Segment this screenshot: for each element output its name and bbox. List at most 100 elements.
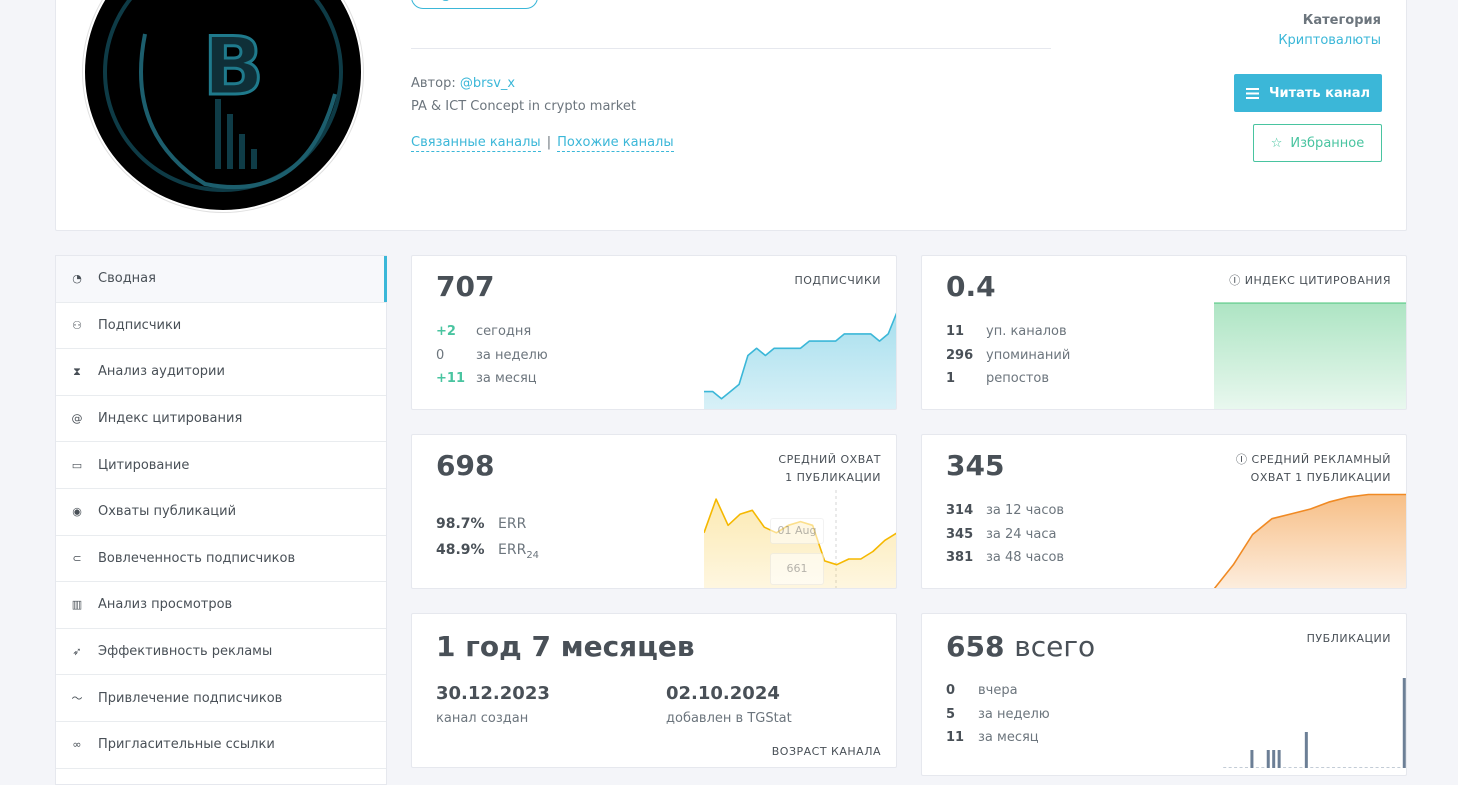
publication-bar xyxy=(1370,767,1374,768)
subscribers-row: 0 за неделю xyxy=(436,348,548,363)
subscribers-card[interactable]: 707 ПОДПИСЧИКИ +2 сегодня 0 за неделю +11 з… xyxy=(411,255,897,410)
subscribers-sparkline[interactable] xyxy=(704,301,897,410)
rocket-icon: ➶ xyxy=(72,645,82,659)
chart-area xyxy=(1214,303,1406,409)
citation-title-text: ИНДЕКС ЦИТИРОВАНИЯ xyxy=(1244,274,1391,287)
stat-value: 0 xyxy=(946,683,956,698)
stat-value: +11 xyxy=(436,371,465,386)
sidebar-item[interactable]: ◉ Охваты публикаций xyxy=(56,489,386,536)
stat-label: вчера xyxy=(978,683,1018,698)
stat-value: 48.9% xyxy=(436,542,485,558)
publication-bar xyxy=(1250,750,1254,768)
stat-value: 0 xyxy=(436,348,445,363)
citation-index-title: ⓘ ИНДЕКС ЦИТИРОВАНИЯ xyxy=(1229,272,1391,290)
channel-username-badge[interactable]: @borsovtrd xyxy=(411,0,538,9)
stat-label: сегодня xyxy=(476,324,532,339)
stat-value: 1 xyxy=(946,371,956,386)
favorite-button[interactable]: ☆ Избранное xyxy=(1253,124,1382,162)
users-icon: ⚇ xyxy=(72,318,82,332)
sidebar-item-label: Эффективность рекламы xyxy=(98,644,273,660)
channel-avatar[interactable]: B xyxy=(83,0,363,212)
created-date: 30.12.2023 xyxy=(436,683,550,704)
sidebar-item[interactable]: ⊂ Вовлеченность подписчиков xyxy=(56,536,386,583)
bitcoin-logo-icon: B xyxy=(103,0,343,192)
publication-bar xyxy=(1353,767,1357,768)
sidebar-item-label: Пригласительные ссылки xyxy=(98,737,275,753)
sidebar-item[interactable]: ▭ Цитирование xyxy=(56,442,386,489)
ad-reach-value: 345 xyxy=(946,449,1005,482)
stat-label: ERR xyxy=(498,542,527,558)
links-separator: | xyxy=(546,135,552,150)
channel-description: PA & ICT Concept in crypto market xyxy=(411,99,636,114)
sidebar-item[interactable]: ⧗ Анализ аудитории xyxy=(56,349,386,396)
similar-channels-link[interactable]: Похожие каналы xyxy=(557,135,674,152)
publications-bar-chart[interactable] xyxy=(1222,674,1407,768)
stat-value: 11 xyxy=(946,324,965,339)
list-icon xyxy=(1245,87,1259,99)
avg-reach-card[interactable]: 698 СРЕДНИЙ ОХВАТ 1 ПУБЛИКАЦИИ 98.7% ERR 4… xyxy=(411,434,897,589)
stat-label: за месяц xyxy=(476,371,537,386)
ad-reach-row: 345 за 24 часа xyxy=(946,527,1056,542)
stat-label: за 24 часа xyxy=(986,527,1057,542)
channel-age-title: ВОЗРАСТ КАНАЛА xyxy=(771,745,881,758)
stat-value: 11 xyxy=(946,730,965,745)
ad-reach-sparkline[interactable] xyxy=(1214,480,1407,589)
stat-subscript: 24 xyxy=(526,549,540,561)
engagement-icon: ⊂ xyxy=(72,551,82,565)
sidebar-item[interactable]: ➶ Эффективность рекламы xyxy=(56,629,386,676)
publication-bar xyxy=(1293,767,1297,768)
publication-bar xyxy=(1342,767,1346,768)
err24-row: 48.9% ERR24 xyxy=(436,542,539,561)
publications-row: 11 за месяц xyxy=(946,730,1039,745)
ad-reach-card[interactable]: 345 ⓘ СРЕДНИЙ РЕКЛАМНЫЙ ОХВАТ 1 ПУБЛИКАЦИИ… xyxy=(921,434,1407,589)
citation-sparkline[interactable] xyxy=(1214,301,1407,410)
citation-index-card[interactable]: 0.4 ⓘ ИНДЕКС ЦИТИРОВАНИЯ 11 уп. каналов 29… xyxy=(921,255,1407,410)
sidebar-item-label: Индекс цитирования xyxy=(98,411,243,427)
stat-label: за неделю xyxy=(978,707,1050,722)
sidebar-item-label: Анализ аудитории xyxy=(98,364,225,380)
info-icon[interactable]: ⓘ xyxy=(1236,453,1248,466)
publication-bar xyxy=(1402,678,1406,768)
publication-bar xyxy=(1288,767,1292,768)
publication-bar xyxy=(1321,767,1325,768)
stat-label: за 12 часов xyxy=(986,503,1065,518)
bar-chart-icon: ▥ xyxy=(71,598,83,612)
sidebar-item[interactable]: ⚇ Подписчики xyxy=(56,303,386,350)
publications-suffix: всего xyxy=(1014,630,1096,663)
related-channels-link[interactable]: Связанные каналы xyxy=(411,135,541,152)
sidebar-item[interactable]: ∞ Пригласительные ссылки xyxy=(56,722,386,769)
sidebar-item[interactable]: 〜 Привлечение подписчиков xyxy=(56,675,386,722)
chat-icon: ▭ xyxy=(71,458,83,472)
publication-bar xyxy=(1348,767,1352,768)
publications-count: 658 xyxy=(946,630,1005,663)
publication-bar xyxy=(1261,767,1265,768)
citation-row: 11 уп. каналов xyxy=(946,324,1067,339)
star-icon: ☆ xyxy=(1270,135,1283,151)
stat-label: упоминаний xyxy=(986,348,1071,363)
publications-card[interactable]: 658 всего ПУБЛИКАЦИИ 0 вчера 5 за неделю 1… xyxy=(921,613,1407,776)
stat-label: уп. каналов xyxy=(986,324,1067,339)
sidebar-item[interactable]: ◔ Сводная xyxy=(56,256,387,303)
publication-bar xyxy=(1310,767,1314,768)
read-channel-button[interactable]: Читать канал xyxy=(1234,74,1382,112)
author-link[interactable]: @brsv_x xyxy=(460,76,515,91)
trend-icon: 〜 xyxy=(71,692,83,706)
publications-title: ПУБЛИКАЦИИ xyxy=(1306,632,1391,645)
read-channel-label: Читать канал xyxy=(1268,85,1371,101)
at-icon: @ xyxy=(71,412,83,426)
channel-age-card: 1 год 7 месяцев 30.12.2023 канал создан … xyxy=(411,613,897,768)
channel-links: Связанные каналы | Похожие каналы xyxy=(411,135,674,152)
publication-bar xyxy=(1391,767,1395,768)
channel-author: Автор: @brsv_x xyxy=(411,76,515,91)
publication-bar xyxy=(1332,767,1336,768)
sidebar-item[interactable]: @ Индекс цитирования xyxy=(56,396,386,443)
publication-bar xyxy=(1223,767,1227,768)
sidebar-item-label: Вовлеченность подписчиков xyxy=(98,550,296,566)
stat-value: 314 xyxy=(946,503,974,518)
category-link[interactable]: Криптовалюты xyxy=(1278,33,1381,48)
publication-bar xyxy=(1337,767,1341,768)
hourglass-icon: ⧗ xyxy=(73,364,81,378)
sidebar-item[interactable]: ▥ Анализ просмотров xyxy=(56,582,386,629)
publication-bar xyxy=(1397,767,1401,768)
info-icon[interactable]: ⓘ xyxy=(1229,274,1241,287)
